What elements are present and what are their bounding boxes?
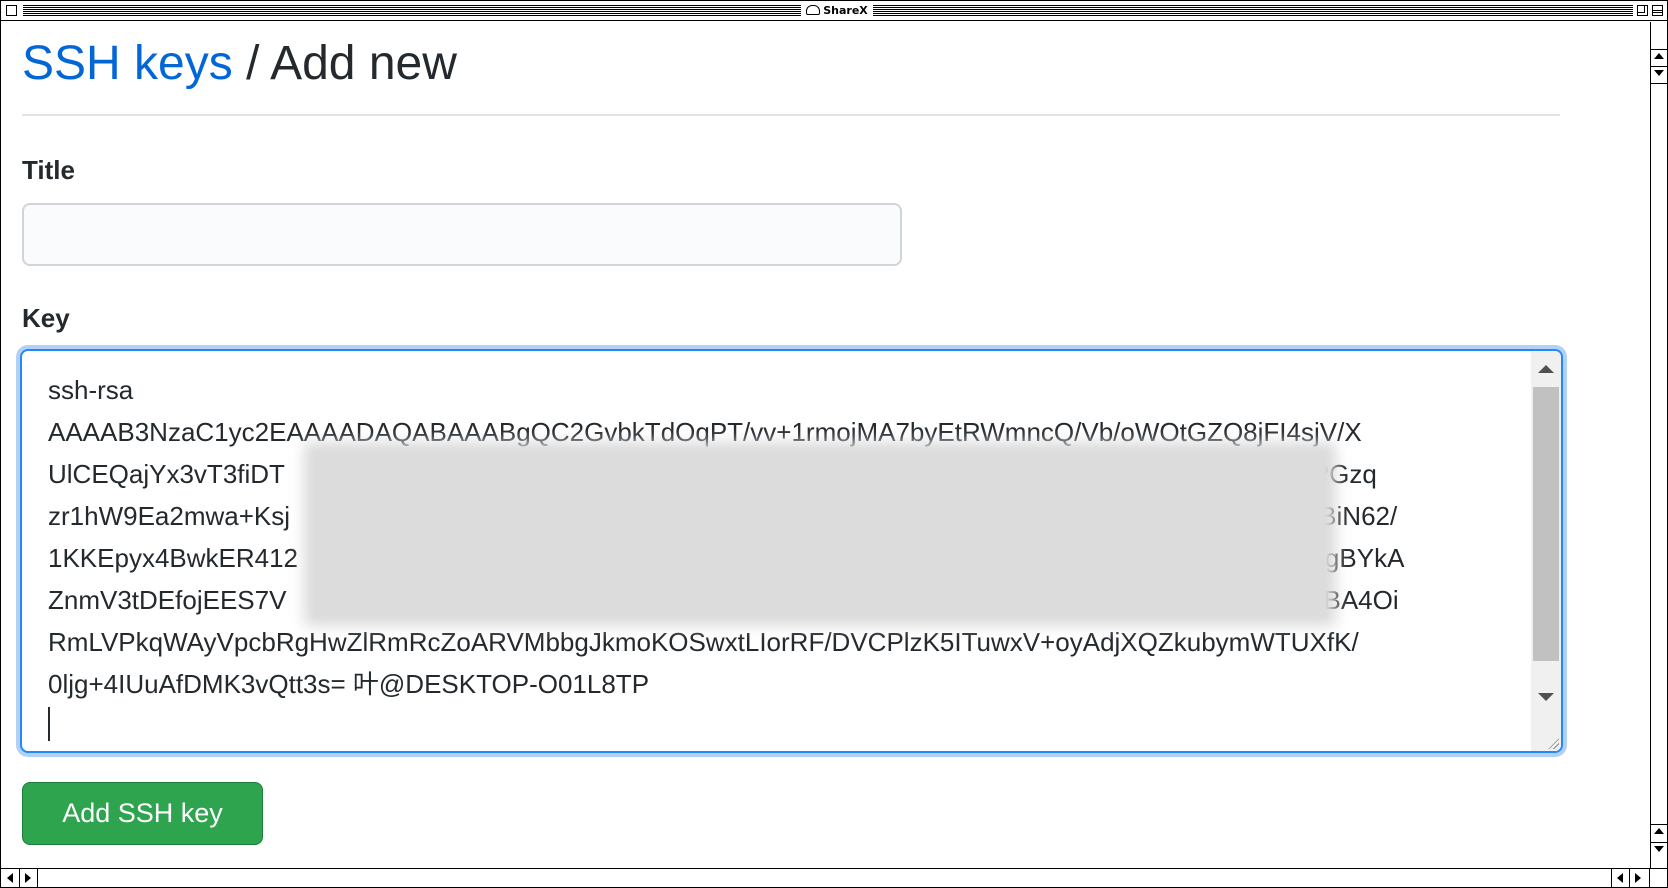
textarea-scrollbar[interactable] bbox=[1531, 351, 1561, 751]
scroll-separator bbox=[1649, 869, 1650, 887]
window-title-text: ShareX bbox=[823, 4, 868, 17]
window-scroll-right-icon[interactable] bbox=[1635, 873, 1641, 883]
window-scroll-down-icon[interactable] bbox=[1654, 70, 1664, 76]
add-ssh-key-button[interactable]: Add SSH key bbox=[22, 782, 263, 845]
scroll-down-arrow-icon[interactable] bbox=[1538, 693, 1554, 701]
text-caret bbox=[48, 707, 50, 741]
window-vertical-scrollbar[interactable] bbox=[1650, 22, 1667, 868]
scroll-separator bbox=[19, 869, 20, 887]
key-line: 0ljg+4IUuAfDMK3vQtt3s= 叶@DESKTOP-O01L8TP bbox=[48, 669, 650, 699]
window-titlebar[interactable]: ShareX bbox=[1, 1, 1667, 21]
window-title: ShareX bbox=[801, 2, 873, 19]
scroll-separator bbox=[1651, 842, 1667, 843]
key-line: AAAAB3NzaC1yc2EAAAADAQABAAABgQC2GvbkTdOq… bbox=[48, 417, 1362, 447]
titlebar-stripes bbox=[873, 5, 1633, 16]
title-label: Title bbox=[22, 155, 75, 185]
window-scroll-left-icon[interactable] bbox=[7, 873, 13, 883]
scroll-separator bbox=[1651, 83, 1667, 84]
page-content: SSH keys / Add new Title Key ssh-rsa AAA… bbox=[2, 22, 1649, 868]
zoom-box-icon[interactable] bbox=[1637, 5, 1648, 16]
key-textarea[interactable]: ssh-rsa AAAAB3NzaC1yc2EAAAADAQABAAABgQC2… bbox=[20, 349, 1563, 753]
scroll-separator bbox=[1651, 824, 1667, 825]
window-scroll-left-icon[interactable] bbox=[1617, 873, 1623, 883]
page-title: SSH keys / Add new bbox=[22, 32, 457, 96]
breadcrumb-separator: / bbox=[232, 37, 271, 90]
scroll-separator bbox=[37, 869, 38, 887]
window-scroll-right-icon[interactable] bbox=[25, 873, 31, 883]
scrollbar-thumb[interactable] bbox=[1533, 387, 1559, 661]
close-box-icon[interactable] bbox=[6, 5, 17, 16]
redaction-blur bbox=[312, 450, 1328, 618]
key-label: Key bbox=[22, 303, 70, 333]
scroll-separator bbox=[1611, 869, 1612, 887]
window-scroll-up-icon[interactable] bbox=[1654, 53, 1664, 59]
breadcrumb-current: Add new bbox=[270, 37, 457, 90]
window-scroll-down-icon[interactable] bbox=[1654, 846, 1664, 852]
key-line: ssh-rsa bbox=[48, 375, 134, 405]
titlebar-stripes bbox=[23, 5, 801, 16]
collapse-box-icon[interactable] bbox=[1652, 5, 1663, 16]
app-window: ShareX SSH keys / Add new Title Key ssh-… bbox=[0, 0, 1668, 888]
window-scroll-up-icon[interactable] bbox=[1654, 828, 1664, 834]
resize-grip-icon[interactable] bbox=[1547, 737, 1559, 749]
scroll-separator bbox=[1629, 869, 1630, 887]
scroll-separator bbox=[1651, 66, 1667, 67]
title-input[interactable] bbox=[22, 203, 902, 266]
key-line: ZnmV3tDEfojEES7V bbox=[48, 585, 287, 615]
key-line: RmLVPkqWAyVpcbRgHwZlRmRcZoARVMbbgJkmoKOS… bbox=[48, 627, 1359, 657]
scroll-separator bbox=[1651, 49, 1667, 50]
key-line: 1KKEpyx4BwkER412 bbox=[48, 543, 299, 573]
window-horizontal-scrollbar[interactable] bbox=[1, 868, 1667, 887]
key-line: zr1hW9Ea2mwa+Ksj bbox=[48, 501, 291, 531]
breadcrumb-ssh-keys-link[interactable]: SSH keys bbox=[22, 37, 233, 90]
scroll-up-arrow-icon[interactable] bbox=[1538, 365, 1554, 373]
sharex-icon bbox=[806, 5, 821, 15]
key-line: UlCEQajYx3vT3fiDT bbox=[48, 459, 285, 489]
header-divider bbox=[22, 114, 1560, 116]
